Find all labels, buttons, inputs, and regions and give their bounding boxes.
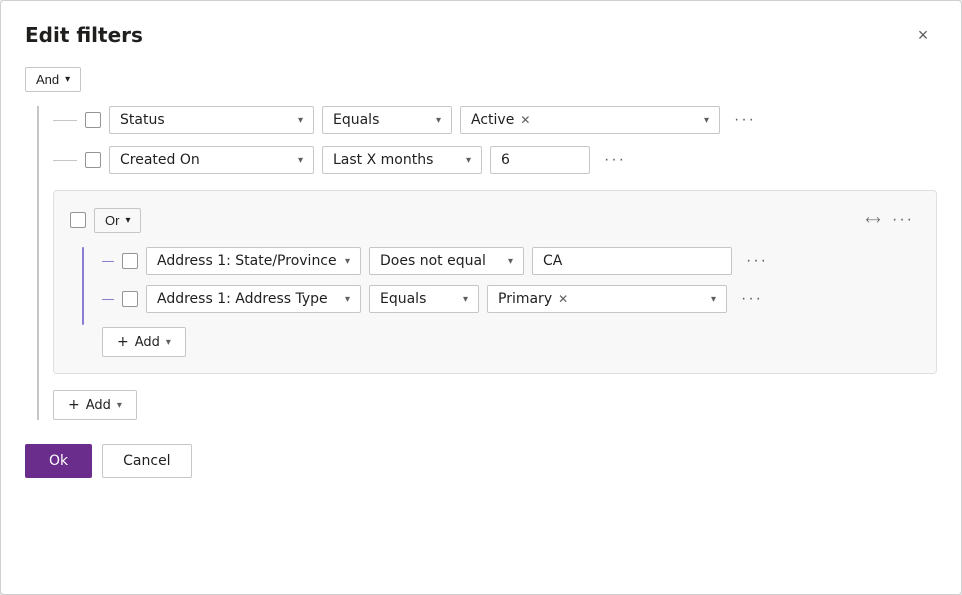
or-group-button[interactable]: Or ▾ [94,208,141,233]
status-more-icon: ··· [734,111,756,128]
or-connector-1 [102,261,114,262]
status-tag: Active ✕ [471,112,532,128]
or-group: Or ▾ ⤢ ··· Address 1: State/ [53,190,937,374]
or-group-checkbox[interactable] [70,212,86,228]
status-operator-chevron: ▾ [436,115,441,126]
addresstype-tag-text: Primary [498,291,552,307]
addresstype-operator-label: Equals [380,291,426,307]
state-operator-chevron: ▾ [508,256,513,267]
createdon-field-dropdown[interactable]: Created On ▾ [109,146,314,174]
status-value-chevron: ▾ [704,115,709,126]
or-connector-2 [102,299,114,300]
state-field-chevron: ▾ [345,256,350,267]
or-group-more-icon: ··· [892,211,914,228]
status-field-dropdown[interactable]: Status ▾ [109,106,314,134]
addresstype-operator-dropdown[interactable]: Equals ▾ [369,285,479,313]
state-operator-dropdown[interactable]: Does not equal ▾ [369,247,524,275]
createdon-operator-chevron: ▾ [466,155,471,166]
or-group-header: Or ▾ ⤢ ··· [70,207,920,233]
or-add-plus-icon: + [117,334,129,350]
status-field-label: Status [120,112,165,128]
status-tag-text: Active [471,112,514,128]
state-field-dropdown[interactable]: Address 1: State/Province ▾ [146,247,361,275]
addresstype-tag: Primary ✕ [498,291,570,307]
dialog-footer: Ok Cancel [25,444,937,478]
createdon-field-chevron: ▾ [298,155,303,166]
addresstype-more-icon: ··· [741,290,763,307]
main-add-chevron-icon: ▾ [117,400,122,411]
edit-filters-dialog: Edit filters × And ▾ Status ▾ Equals ▾ [0,0,962,595]
createdon-more-button[interactable]: ··· [598,147,632,173]
addresstype-field-label: Address 1: Address Type [157,291,328,307]
or-group-more-button[interactable]: ··· [886,207,920,233]
or-row-state: Address 1: State/Province ▾ Does not equ… [102,247,920,275]
filter-row-status: Status ▾ Equals ▾ Active ✕ ▾ ··· [53,106,937,134]
state-more-button[interactable]: ··· [740,248,774,274]
close-icon: × [918,25,929,46]
state-operator-label: Does not equal [380,253,486,269]
collapse-icon[interactable]: ⤢ [863,210,882,229]
ok-button[interactable]: Ok [25,444,92,478]
or-group-actions: ⤢ ··· [867,207,920,233]
filter-rows-container: Status ▾ Equals ▾ Active ✕ ▾ ··· [25,106,937,420]
or-row-state-checkbox[interactable] [122,253,138,269]
or-group-header-left: Or ▾ [70,208,141,233]
status-value-tag: Active ✕ ▾ [460,106,720,134]
createdon-operator-label: Last X months [333,152,433,168]
main-add-label: Add [86,398,111,413]
main-add-plus-icon: + [68,397,80,413]
or-row-addresstype-checkbox[interactable] [122,291,138,307]
dialog-header: Edit filters × [25,21,937,49]
row-status-checkbox[interactable] [85,112,101,128]
and-chevron-icon: ▾ [65,74,70,85]
or-row-address-type: Address 1: Address Type ▾ Equals ▾ Prima… [102,285,920,313]
createdon-more-icon: ··· [604,151,626,168]
state-more-icon: ··· [746,252,768,269]
close-button[interactable]: × [909,21,937,49]
status-tag-remove[interactable]: ✕ [518,113,532,127]
addresstype-field-dropdown[interactable]: Address 1: Address Type ▾ [146,285,361,313]
addresstype-field-chevron: ▾ [345,294,350,305]
row-createdon-checkbox[interactable] [85,152,101,168]
addresstype-value-tag: Primary ✕ ▾ [487,285,727,313]
or-chevron-icon: ▾ [125,215,130,226]
or-add-chevron-icon: ▾ [166,337,171,348]
connector-line [53,120,77,121]
connector-line-2 [53,160,77,161]
and-label: And [36,72,59,87]
filter-row-created-on: Created On ▾ Last X months ▾ ··· [53,146,937,174]
or-add-label: Add [135,335,160,350]
status-operator-label: Equals [333,112,379,128]
or-label: Or [105,213,119,228]
addresstype-tag-remove[interactable]: ✕ [556,292,570,306]
or-rows-container: Address 1: State/Province ▾ Does not equ… [70,247,920,357]
cancel-button[interactable]: Cancel [102,444,191,478]
createdon-field-label: Created On [120,152,200,168]
addresstype-value-chevron: ▾ [711,294,716,305]
createdon-operator-dropdown[interactable]: Last X months ▾ [322,146,482,174]
status-field-chevron: ▾ [298,115,303,126]
status-operator-dropdown[interactable]: Equals ▾ [322,106,452,134]
dialog-title: Edit filters [25,23,143,47]
status-more-button[interactable]: ··· [728,107,762,133]
or-group-add-button[interactable]: + Add ▾ [102,327,186,357]
state-field-label: Address 1: State/Province [157,253,337,269]
main-add-button[interactable]: + Add ▾ [53,390,137,420]
createdon-value-input[interactable] [490,146,590,174]
state-value-input[interactable] [532,247,732,275]
addresstype-operator-chevron: ▾ [463,294,468,305]
addresstype-more-button[interactable]: ··· [735,286,769,312]
and-group-button[interactable]: And ▾ [25,67,81,92]
